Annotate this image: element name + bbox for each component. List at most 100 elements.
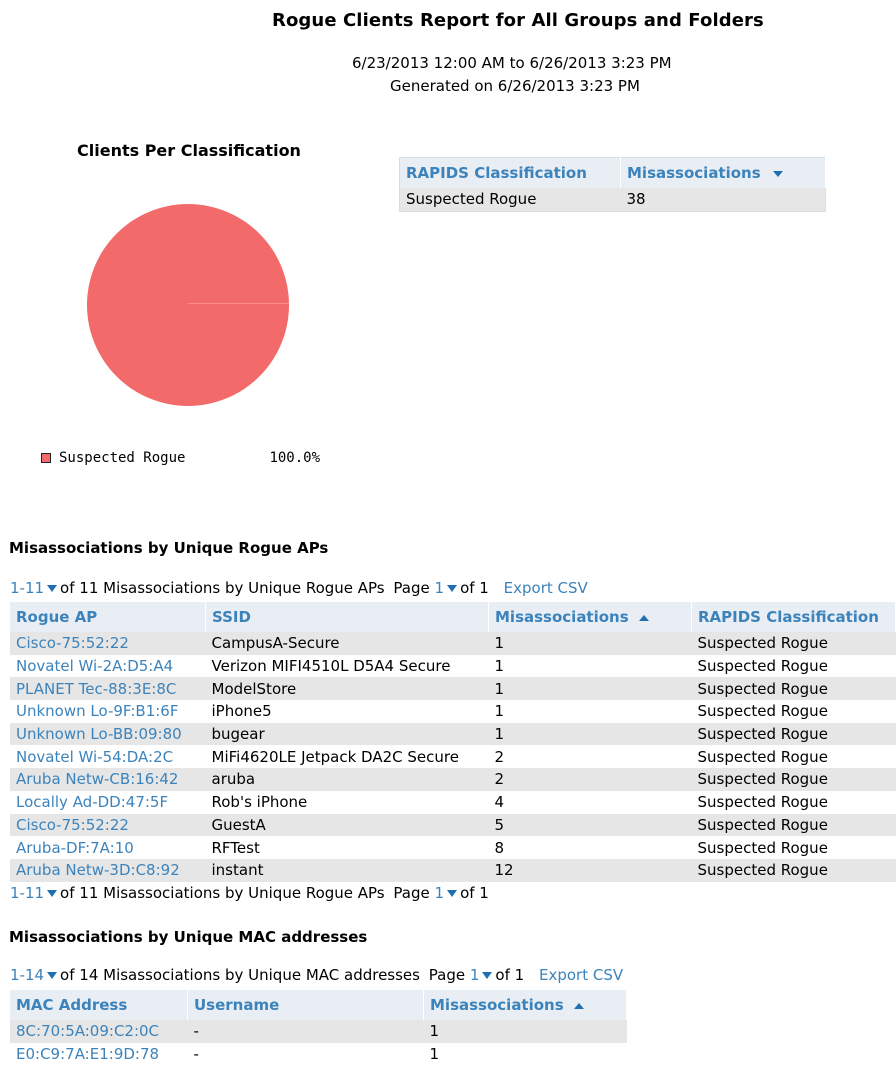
ssid-cell: RFTest — [211, 838, 260, 857]
ssid-cell: bugear — [211, 725, 265, 744]
ssid-cell: Verizon MIFI4510L D5A4 Secure — [211, 657, 451, 676]
table-row: PLANET Tec-88:3E:8C ModelStore 1 Suspected … — [10, 677, 896, 701]
chevron-down-icon[interactable] — [47, 890, 58, 897]
range-selector[interactable]: 1-11 — [10, 579, 44, 597]
rogue-aps-table: Rogue AP SSID Misassociations RAPIDS Cla… — [10, 602, 896, 882]
rogue-ap-link[interactable]: Locally Ad-DD:47:5F — [16, 793, 168, 811]
sort-asc-icon[interactable] — [573, 1002, 584, 1009]
mac-address-link[interactable]: E0:C9:7A:E1:9D:78 — [16, 1045, 159, 1063]
chevron-down-icon[interactable] — [482, 972, 493, 979]
misassociations-cell: 1 — [494, 657, 505, 676]
col-header-rapids-classification[interactable]: RAPIDS Classification — [691, 602, 896, 632]
misassociations-cell: 4 — [494, 793, 505, 812]
report-title: Rogue Clients Report for All Groups and … — [272, 10, 764, 31]
rogue-ap-link[interactable]: PLANET Tec-88:3E:8C — [16, 680, 176, 698]
ssid-cell: aruba — [211, 770, 256, 789]
sort-asc-icon[interactable] — [638, 614, 649, 621]
username-cell: - — [193, 1022, 199, 1041]
misassociations-cell: 5 — [494, 815, 505, 834]
ssid-cell: GuestA — [211, 815, 266, 834]
ssid-cell: MiFi4620LE Jetpack DA2C Secure — [211, 747, 459, 766]
report-generated-time: Generated on 6/26/2013 3:23 PM — [390, 77, 640, 95]
rogue-ap-link[interactable]: Cisco-75:52:22 — [16, 634, 129, 652]
col-header-misassociations[interactable]: Misassociations — [488, 602, 692, 632]
sort-desc-icon[interactable] — [772, 170, 783, 177]
ssid-cell: ModelStore — [211, 679, 297, 698]
col-header-rapids-classification[interactable]: RAPIDS Classification — [399, 157, 621, 188]
col-header-ssid[interactable]: SSID — [205, 602, 489, 632]
ssid-cell: Rob's iPhone — [211, 793, 308, 812]
mac-address-link[interactable]: 8C:70:5A:09:C2:0C — [16, 1022, 159, 1040]
misassociations-cell: 1 — [494, 679, 505, 698]
page-selector[interactable]: 1 — [435, 579, 445, 597]
classification-cell: Suspected Rogue — [697, 702, 828, 721]
range-selector[interactable]: 1-14 — [10, 966, 44, 984]
table-row: 8C:70:5A:09:C2:0C - 1 — [10, 1020, 627, 1043]
rogue-ap-link[interactable]: Novatel Wi-54:DA:2C — [16, 748, 173, 766]
mac-section-title: Misassociations by Unique MAC addresses — [9, 928, 368, 946]
table-row: E0:C9:7A:E1:9D:78 - 1 — [10, 1042, 627, 1065]
misassociations-cell: 8 — [494, 838, 505, 857]
table-row: Unknown Lo-BB:09:80 bugear 1 Suspected Rogu… — [10, 722, 896, 746]
rogue-aps-pager-top: 1-11 of 11 Misassociations by Unique Rogu… — [10, 579, 588, 597]
col-header-username[interactable]: Username — [187, 990, 424, 1020]
table-row: Aruba Netw-3D:C8:92 instant 12 Suspected Ro… — [10, 858, 896, 882]
table-row: Novatel Wi-2A:D5:A4 Verizon MIFI4510L D5A… — [10, 654, 896, 678]
col-header-misassociations[interactable]: Misassociations — [423, 990, 627, 1020]
misassociations-cell: 2 — [494, 770, 505, 789]
col-header-misassociations[interactable]: Misassociations — [620, 157, 826, 188]
classification-cell: Suspected Rogue — [399, 188, 621, 212]
legend-swatch — [41, 453, 51, 463]
classification-cell: Suspected Rogue — [697, 838, 828, 857]
classification-cell: Suspected Rogue — [697, 679, 828, 698]
rogue-aps-section-title: Misassociations by Unique Rogue APs — [9, 539, 329, 557]
classification-cell: Suspected Rogue — [697, 657, 828, 676]
classification-cell: Suspected Rogue — [697, 793, 828, 812]
page-selector[interactable]: 1 — [435, 884, 445, 902]
col-header-rogue-ap[interactable]: Rogue AP — [10, 602, 206, 632]
misassociations-cell: 1 — [494, 725, 505, 744]
classification-cell: Suspected Rogue — [697, 861, 828, 880]
report-date-range: 6/23/2013 12:00 AM to 6/26/2013 3:23 PM — [352, 54, 672, 72]
classification-cell: Suspected Rogue — [697, 770, 828, 789]
chevron-down-icon[interactable] — [47, 972, 58, 979]
export-csv-link[interactable]: Export CSV — [504, 579, 588, 597]
username-cell: - — [193, 1045, 199, 1064]
page-selector[interactable]: 1 — [470, 966, 480, 984]
rogue-ap-link[interactable]: Aruba Netw-CB:16:42 — [16, 770, 178, 788]
legend-percentage: 100.0% — [269, 450, 321, 466]
table-row: Unknown Lo-9F:B1:6F iPhone5 1 Suspected Rog… — [10, 700, 896, 723]
chevron-down-icon[interactable] — [447, 585, 458, 592]
mac-pager-top: 1-14 of 14 Misassociations by Unique MAC … — [10, 966, 624, 984]
ssid-cell: iPhone5 — [211, 702, 272, 721]
chevron-down-icon[interactable] — [47, 585, 58, 592]
misassociations-cell: 2 — [494, 747, 505, 766]
legend-label: Suspected Rogue — [59, 450, 186, 466]
classification-cell: Suspected Rogue — [697, 815, 828, 834]
table-row: Aruba-DF:7A:10 RFTest 8 Suspected Rogue — [10, 836, 896, 859]
ssid-cell: instant — [211, 861, 264, 880]
table-row: Locally Ad-DD:47:5F Rob's iPhone 4 Suspecte… — [10, 790, 896, 814]
misassociations-cell: 1 — [429, 1045, 440, 1064]
misassociations-cell: 1 — [429, 1022, 440, 1041]
misassociations-cell: 1 — [494, 634, 505, 653]
misassociations-cell: 1 — [494, 702, 505, 721]
range-selector[interactable]: 1-11 — [10, 884, 44, 902]
table-row: Cisco-75:52:22 CampusA-Secure 1 Suspected R… — [10, 632, 896, 655]
rogue-ap-link[interactable]: Aruba Netw-3D:C8:92 — [16, 861, 180, 879]
export-csv-link[interactable]: Export CSV — [539, 966, 623, 984]
table-row: Novatel Wi-54:DA:2C MiFi4620LE Jetpack DA… — [10, 745, 896, 769]
rogue-ap-link[interactable]: Cisco-75:52:22 — [16, 816, 129, 834]
chart-legend: Suspected Rogue 100.0% — [41, 450, 320, 466]
rogue-ap-link[interactable]: Novatel Wi-2A:D5:A4 — [16, 657, 173, 675]
rogue-aps-pager-bottom: 1-11 of 11 Misassociations by Unique Rogu… — [10, 884, 489, 902]
pie-chart — [86, 203, 290, 411]
rogue-ap-link[interactable]: Aruba-DF:7A:10 — [16, 839, 134, 857]
mac-table: MAC Address Username Misassociations 8C:… — [10, 990, 627, 1065]
rogue-ap-link[interactable]: Unknown Lo-9F:B1:6F — [16, 702, 178, 720]
col-header-mac-address[interactable]: MAC Address — [10, 990, 188, 1020]
rogue-ap-link[interactable]: Unknown Lo-BB:09:80 — [16, 725, 182, 743]
ssid-cell: CampusA-Secure — [211, 634, 340, 653]
classification-cell: Suspected Rogue — [697, 747, 828, 766]
chevron-down-icon[interactable] — [447, 890, 458, 897]
